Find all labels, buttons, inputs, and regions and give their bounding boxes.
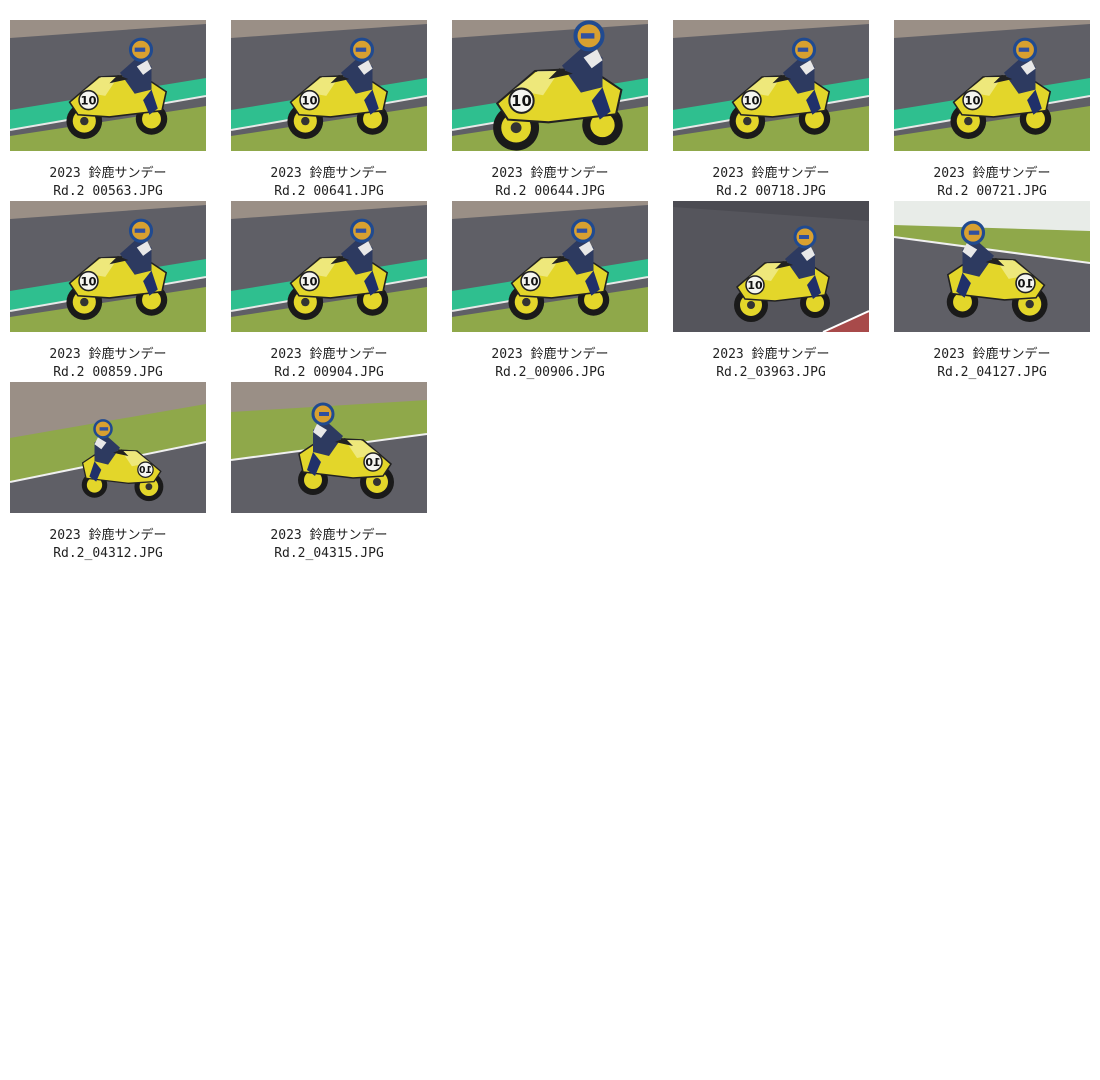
thumbnail-image[interactable]: 10 [10, 382, 206, 513]
thumb-caption: 2023 鈴鹿サンデー Rd.2 00563.JPG [0, 165, 218, 201]
thumbnail-image[interactable]: 10 [231, 20, 427, 151]
thumbnail-image[interactable]: 10 [452, 20, 648, 151]
caption-event: 2023 鈴鹿サンデー [49, 528, 167, 543]
thumb-caption: 2023 鈴鹿サンデー Rd.2_04312.JPG [0, 527, 218, 563]
svg-text:10: 10 [511, 92, 532, 110]
thumb-caption: 2023 鈴鹿サンデー Rd.2 00904.JPG [219, 346, 439, 382]
caption-filename: Rd.2 00641.JPG [274, 184, 384, 199]
thumb-caption: 2023 鈴鹿サンデー Rd.2 00718.JPG [661, 165, 881, 201]
svg-text:10: 10 [743, 93, 759, 107]
svg-text:10: 10 [80, 93, 96, 107]
thumbnail-image[interactable]: 10 [10, 20, 206, 151]
thumb-caption: 2023 鈴鹿サンデー Rd.2_00906.JPG [440, 346, 660, 382]
caption-event: 2023 鈴鹿サンデー [933, 347, 1051, 362]
caption-filename: Rd.2_00906.JPG [495, 365, 605, 380]
thumb-caption: 2023 鈴鹿サンデー Rd.2_04315.JPG [219, 527, 439, 563]
caption-event: 2023 鈴鹿サンデー [491, 347, 609, 362]
thumb-caption: 2023 鈴鹿サンデー Rd.2 00721.JPG [882, 165, 1100, 201]
gallery-thumb[interactable]: 10 2023 鈴鹿サンデー Rd.2 00563.JPG [10, 20, 206, 200]
photo-gallery: 10 2023 鈴鹿サンデー Rd.2 00563.JPG 10 2023 鈴鹿… [0, 0, 1100, 1080]
caption-filename: Rd.2 00644.JPG [495, 184, 605, 199]
thumbnail-image[interactable]: 10 [673, 20, 869, 151]
caption-event: 2023 鈴鹿サンデー [712, 347, 830, 362]
caption-filename: Rd.2_03963.JPG [716, 365, 826, 380]
caption-filename: Rd.2 00718.JPG [716, 184, 826, 199]
thumbnail-image[interactable]: 10 [10, 201, 206, 332]
caption-event: 2023 鈴鹿サンデー [270, 528, 388, 543]
caption-filename: Rd.2 00563.JPG [53, 184, 163, 199]
gallery-thumb[interactable]: 10 2023 鈴鹿サンデー Rd.2_00906.JPG [452, 201, 648, 381]
gallery-thumb[interactable]: 10 2023 鈴鹿サンデー Rd.2 00644.JPG [452, 20, 648, 200]
svg-text:10: 10 [301, 93, 317, 107]
thumbnail-image[interactable]: 10 [231, 382, 427, 513]
svg-text:10: 10 [365, 456, 381, 469]
caption-filename: Rd.2 00859.JPG [53, 365, 163, 380]
caption-event: 2023 鈴鹿サンデー [49, 347, 167, 362]
svg-text:10: 10 [522, 274, 538, 288]
gallery-thumb[interactable]: 10 2023 鈴鹿サンデー Rd.2 00859.JPG [10, 201, 206, 381]
svg-text:10: 10 [964, 93, 980, 107]
caption-filename: Rd.2 00721.JPG [937, 184, 1047, 199]
thumb-caption: 2023 鈴鹿サンデー Rd.2_03963.JPG [661, 346, 881, 382]
svg-text:10: 10 [747, 279, 763, 292]
gallery-thumb[interactable]: 10 2023 鈴鹿サンデー Rd.2 00718.JPG [673, 20, 869, 200]
svg-text:10: 10 [139, 465, 153, 476]
caption-event: 2023 鈴鹿サンデー [933, 166, 1051, 181]
gallery-thumb[interactable]: 10 2023 鈴鹿サンデー Rd.2_04127.JPG [894, 201, 1090, 381]
thumb-caption: 2023 鈴鹿サンデー Rd.2 00641.JPG [219, 165, 439, 201]
svg-text:10: 10 [80, 274, 96, 288]
thumb-caption: 2023 鈴鹿サンデー Rd.2_04127.JPG [882, 346, 1100, 382]
thumbnail-image[interactable]: 10 [673, 201, 869, 332]
thumbnail-image[interactable]: 10 [231, 201, 427, 332]
gallery-thumb[interactable]: 10 2023 鈴鹿サンデー Rd.2_04315.JPG [231, 382, 427, 562]
thumb-caption: 2023 鈴鹿サンデー Rd.2 00859.JPG [0, 346, 218, 382]
thumbnail-image[interactable]: 10 [894, 201, 1090, 332]
caption-event: 2023 鈴鹿サンデー [270, 347, 388, 362]
caption-filename: Rd.2_04315.JPG [274, 546, 384, 561]
svg-text:10: 10 [1017, 276, 1033, 290]
svg-text:10: 10 [301, 274, 317, 288]
caption-event: 2023 鈴鹿サンデー [491, 166, 609, 181]
thumbnail-image[interactable]: 10 [894, 20, 1090, 151]
gallery-thumb[interactable]: 10 2023 鈴鹿サンデー Rd.2 00641.JPG [231, 20, 427, 200]
caption-event: 2023 鈴鹿サンデー [49, 166, 167, 181]
caption-filename: Rd.2_04127.JPG [937, 365, 1047, 380]
thumb-caption: 2023 鈴鹿サンデー Rd.2 00644.JPG [440, 165, 660, 201]
gallery-thumb[interactable]: 10 2023 鈴鹿サンデー Rd.2_04312.JPG [10, 382, 206, 562]
caption-filename: Rd.2 00904.JPG [274, 365, 384, 380]
caption-filename: Rd.2_04312.JPG [53, 546, 163, 561]
caption-event: 2023 鈴鹿サンデー [712, 166, 830, 181]
caption-event: 2023 鈴鹿サンデー [270, 166, 388, 181]
thumbnail-image[interactable]: 10 [452, 201, 648, 332]
gallery-thumb[interactable]: 10 2023 鈴鹿サンデー Rd.2 00904.JPG [231, 201, 427, 381]
gallery-thumb[interactable]: 10 2023 鈴鹿サンデー Rd.2 00721.JPG [894, 20, 1090, 200]
gallery-thumb[interactable]: 10 2023 鈴鹿サンデー Rd.2_03963.JPG [673, 201, 869, 381]
